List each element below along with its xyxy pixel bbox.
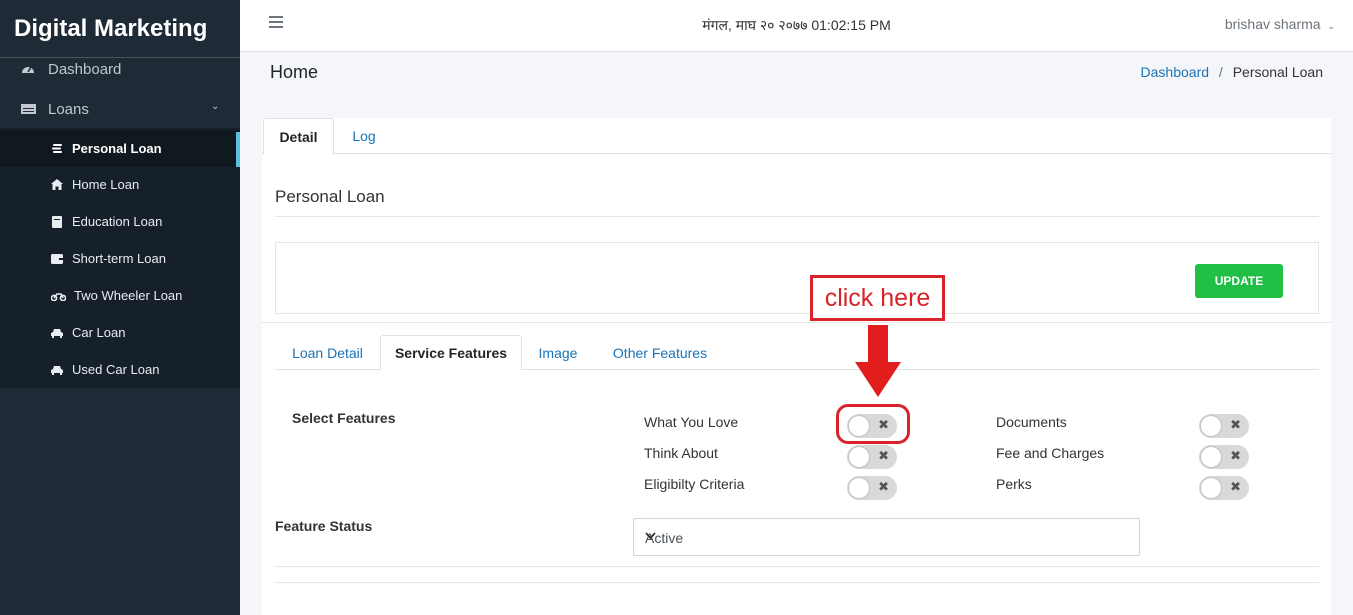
top-tabs: Detail Log — [262, 118, 1331, 155]
breadcrumb-dashboard-link[interactable]: Dashboard — [1141, 64, 1210, 80]
feature-label: Documents — [996, 414, 1067, 430]
coins-icon — [50, 143, 64, 154]
divider — [275, 582, 1319, 583]
datetime-display: मंगल, माघ २० २०७७ 01:02:15 PM — [702, 17, 891, 33]
car-icon — [50, 365, 64, 375]
topbar: मंगल, माघ २० २०७७ 01:02:15 PM brishav sh… — [240, 0, 1353, 52]
arrow-head — [855, 362, 901, 397]
tab-service-features[interactable]: Service Features — [380, 335, 522, 371]
book-icon — [50, 215, 64, 228]
tab-detail[interactable]: Detail — [263, 118, 334, 155]
chevron-down-icon: ⌄ — [211, 101, 220, 112]
chevron-down-icon: ⌄ — [1327, 21, 1335, 31]
sidebar-item-two-wheeler-loan[interactable]: Two Wheeler Loan — [0, 277, 240, 314]
sidebar-item-label: Education Loan — [72, 214, 163, 229]
tab-other-features[interactable]: Other Features — [600, 335, 720, 370]
tachometer-icon — [20, 62, 36, 76]
table-icon — [20, 102, 36, 116]
sidebar: Digital Marketing Dashboard Loans ⌄ Pers… — [0, 0, 240, 615]
toggle-documents[interactable]: ✖ — [1199, 414, 1249, 438]
close-icon: ✖ — [878, 479, 889, 494]
main-card: Detail Log Personal Loan UPDATE Loan Det… — [262, 118, 1331, 615]
toggle-eligibility-criteria[interactable]: ✖ — [847, 476, 897, 500]
feature-label: Perks — [996, 476, 1032, 492]
loans-submenu: Personal Loan Home Loan Education Loan S… — [0, 128, 240, 388]
breadcrumb-separator: / — [1218, 64, 1223, 80]
feature-label: What You Love — [644, 414, 739, 430]
feature-status-select[interactable]: Active — [633, 518, 1140, 556]
tab-log[interactable]: Log — [340, 118, 388, 154]
tab-loan-detail[interactable]: Loan Detail — [275, 335, 380, 370]
motorcycle-icon — [50, 291, 66, 301]
sidebar-item-label: Dashboard — [48, 60, 122, 78]
feature-tabs: Loan Detail Service Features Image Other… — [275, 335, 1319, 371]
divider — [275, 216, 1319, 217]
divider — [275, 566, 1319, 567]
sidebar-item-loans[interactable]: Loans ⌄ — [0, 99, 240, 119]
toggle-fee-and-charges[interactable]: ✖ — [1199, 445, 1249, 469]
update-panel: UPDATE — [275, 242, 1319, 314]
sidebar-item-label: Car Loan — [72, 325, 126, 340]
brand-title: Digital Marketing — [14, 14, 208, 42]
toggle-think-about[interactable]: ✖ — [847, 445, 897, 469]
sidebar-item-label: Short-term Loan — [72, 251, 166, 266]
close-icon: ✖ — [1230, 448, 1241, 463]
car-icon — [50, 328, 64, 338]
sidebar-item-dashboard[interactable]: Dashboard — [0, 59, 240, 79]
page-title: Home — [270, 62, 319, 82]
tab-image[interactable]: Image — [526, 335, 590, 370]
breadcrumb: Dashboard / Personal Loan — [1141, 64, 1323, 80]
user-menu[interactable]: brishav sharma ⌄ — [1225, 16, 1335, 32]
sidebar-item-label: Home Loan — [72, 177, 140, 192]
toggle-perks[interactable]: ✖ — [1199, 476, 1249, 500]
feature-label: Eligibilty Criteria — [644, 476, 745, 492]
close-icon: ✖ — [1230, 417, 1241, 432]
sidebar-item-home-loan[interactable]: Home Loan — [0, 166, 240, 203]
sidebar-item-label: Personal Loan — [72, 141, 162, 156]
arrow-down-icon — [868, 325, 888, 363]
feature-label: Fee and Charges — [996, 445, 1105, 461]
sidebar-item-label: Used Car Loan — [72, 362, 160, 377]
close-icon: ✖ — [878, 448, 889, 463]
section-title: Personal Loan — [275, 187, 385, 206]
sidebar-item-personal-loan[interactable]: Personal Loan — [0, 130, 240, 167]
close-icon: ✖ — [1230, 479, 1241, 494]
sidebar-item-car-loan[interactable]: Car Loan — [0, 314, 240, 351]
feature-label: Think About — [644, 445, 718, 461]
chevron-down-icon — [645, 528, 1131, 543]
breadcrumb-current: Personal Loan — [1232, 64, 1323, 80]
home-icon — [50, 179, 64, 190]
select-features-label: Select Features — [292, 410, 396, 426]
update-button[interactable]: UPDATE — [1195, 264, 1283, 298]
sidebar-item-label: Two Wheeler Loan — [74, 288, 183, 303]
sidebar-item-short-term-loan[interactable]: Short-term Loan — [0, 240, 240, 277]
highlight-oval — [836, 404, 910, 444]
click-here-callout: click here — [810, 275, 945, 321]
wallet-icon — [50, 253, 64, 264]
divider — [262, 322, 1331, 323]
user-name: brishav sharma — [1224, 16, 1321, 32]
feature-status-label: Feature Status — [275, 518, 373, 534]
sidebar-item-label: Loans — [48, 100, 89, 118]
sidebar-item-education-loan[interactable]: Education Loan — [0, 203, 240, 240]
sidebar-item-used-car-loan[interactable]: Used Car Loan — [0, 351, 240, 388]
brand[interactable]: Digital Marketing — [0, 0, 240, 58]
